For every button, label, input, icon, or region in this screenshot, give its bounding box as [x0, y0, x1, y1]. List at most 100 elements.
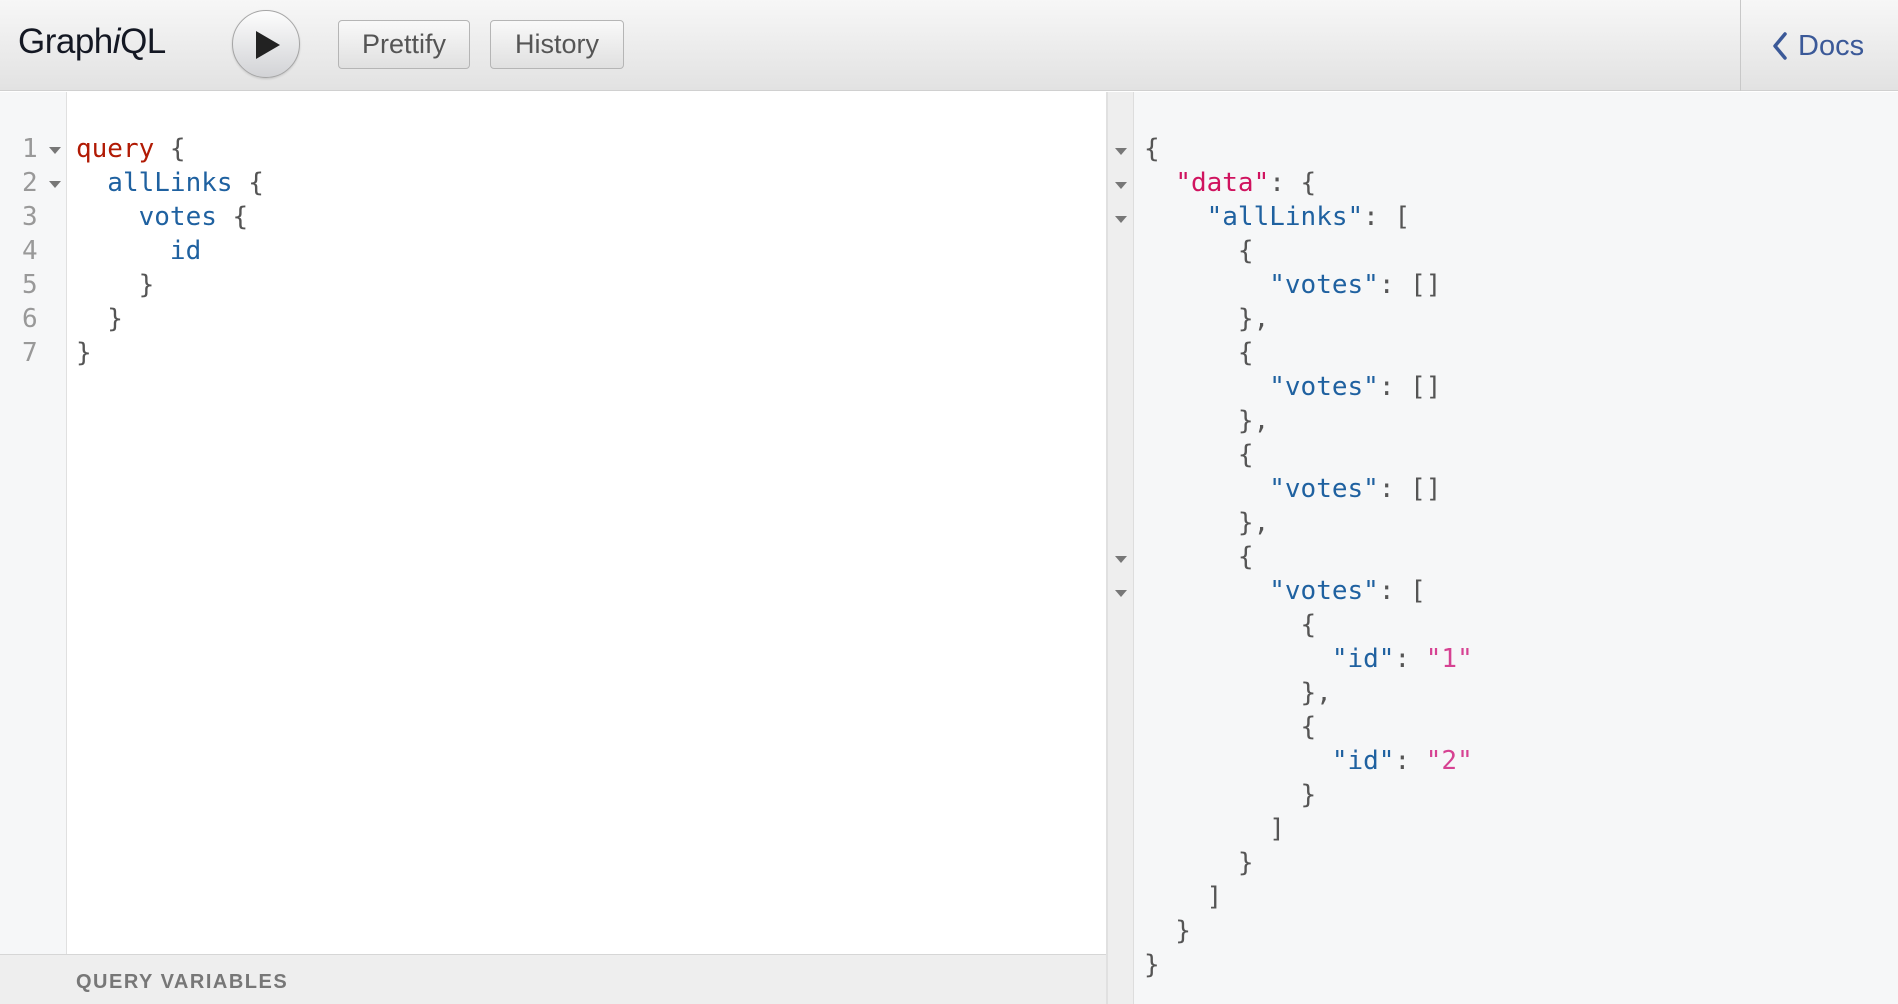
result-punct: } [1144, 848, 1254, 878]
code-line: } [76, 268, 155, 302]
fold-arrow-icon[interactable] [1115, 590, 1127, 597]
result-punct: : [1394, 746, 1426, 776]
docs-divider [1740, 0, 1741, 91]
app-title-suffix: QL [120, 22, 166, 61]
result-punct: : [] [1378, 270, 1442, 300]
app-title-prefix: Graph [18, 22, 113, 61]
result-punct [1144, 474, 1269, 504]
fold-arrow-icon[interactable] [1115, 216, 1127, 223]
docs-button[interactable]: Docs [1772, 24, 1864, 68]
result-punct: : [] [1378, 372, 1442, 402]
result-punct: ] [1144, 882, 1223, 912]
result-line: { [1144, 710, 1317, 744]
result-line: { [1144, 132, 1160, 166]
result-punct: } [1144, 780, 1317, 810]
result-key: "votes" [1269, 372, 1379, 402]
result-key: "id" [1331, 644, 1395, 674]
result-punct [1144, 644, 1332, 674]
result-line: { [1144, 336, 1254, 370]
result-punct: { [1144, 610, 1317, 640]
fold-arrow-icon[interactable] [1115, 556, 1127, 563]
query-variables-title: QUERY VARIABLES [76, 971, 289, 993]
code-line: votes { [76, 200, 249, 234]
execute-query-button[interactable] [232, 10, 300, 78]
result-punct [1144, 746, 1332, 776]
prettify-button[interactable]: Prettify [338, 20, 470, 69]
code-punct: } [76, 338, 92, 368]
toolbar: GraphiQL Prettify History Docs [0, 0, 1898, 91]
result-punct: { [1144, 712, 1317, 742]
code-field: id [76, 236, 202, 266]
result-line: } [1144, 914, 1191, 948]
result-line: { [1144, 234, 1254, 268]
fold-arrow-icon[interactable] [49, 181, 61, 188]
result-line: }, [1144, 302, 1269, 336]
result-punct: : [ [1363, 202, 1411, 232]
result-viewer: { "data": { "allLinks": [ { "votes": [] … [1108, 92, 1898, 1004]
code-line: id [76, 234, 201, 268]
query-editor[interactable]: 1 2 3 4 5 6 7 query { allLinks { votes {… [0, 92, 1106, 954]
result-key: "id" [1331, 746, 1395, 776]
result-line: "data": { [1144, 166, 1316, 200]
result-punct [1144, 372, 1269, 402]
result-line: { [1144, 438, 1254, 472]
result-punct: ] [1144, 814, 1285, 844]
result-punct [1144, 202, 1207, 232]
code-keyword: query [76, 134, 155, 164]
history-button[interactable]: History [490, 20, 624, 69]
result-punct: }, [1144, 304, 1270, 334]
result-line: "votes": [ [1144, 574, 1426, 608]
line-number: 4 [22, 236, 38, 266]
result-line: "id": "2" [1144, 744, 1473, 778]
result-punct: { [1144, 542, 1254, 572]
app-title: GraphiQL [18, 22, 166, 62]
code-line: query { [76, 132, 186, 166]
code-punct: { [154, 134, 186, 164]
result-gutter [1108, 92, 1134, 1004]
code-punct: { [232, 168, 264, 198]
line-number: 7 [22, 338, 38, 368]
play-icon [256, 31, 280, 59]
app-title-italic: i [112, 22, 121, 61]
result-line: } [1144, 778, 1317, 812]
fold-arrow-icon[interactable] [1115, 182, 1127, 189]
result-punct: }, [1144, 406, 1270, 436]
code-field: allLinks [76, 168, 233, 198]
result-line: "votes": [] [1144, 268, 1441, 302]
line-number: 5 [22, 270, 38, 300]
result-key: "votes" [1269, 576, 1379, 606]
query-variables-bar[interactable]: QUERY VARIABLES [0, 954, 1106, 1004]
result-punct: }, [1144, 508, 1270, 538]
code-line: allLinks { [76, 166, 264, 200]
result-punct: } [1144, 950, 1160, 980]
result-punct: : [] [1378, 474, 1442, 504]
result-punct: : [1394, 644, 1426, 674]
result-punct [1144, 168, 1175, 198]
result-key: "allLinks" [1206, 202, 1364, 232]
fold-arrow-icon[interactable] [1115, 148, 1127, 155]
result-punct: { [1144, 338, 1254, 368]
result-line: { [1144, 540, 1254, 574]
result-line: }, [1144, 404, 1269, 438]
result-line: ] [1144, 880, 1223, 914]
docs-label: Docs [1798, 29, 1865, 62]
result-line: "votes": [] [1144, 370, 1441, 404]
chevron-left-icon [1773, 32, 1787, 60]
result-punct: } [1144, 916, 1191, 946]
fold-arrow-icon[interactable] [49, 147, 61, 154]
code-punct: } [76, 304, 123, 334]
result-line: } [1144, 846, 1254, 880]
result-key: "data" [1175, 168, 1270, 198]
result-line: "votes": [] [1144, 472, 1441, 506]
result-line: }, [1144, 506, 1269, 540]
result-string: "1" [1425, 644, 1473, 674]
line-number: 1 [22, 134, 38, 164]
line-number: 2 [22, 168, 38, 198]
result-line: { [1144, 608, 1317, 642]
result-key: "votes" [1269, 270, 1379, 300]
result-punct: : { [1269, 168, 1317, 198]
result-string: "2" [1425, 746, 1473, 776]
result-line: "id": "1" [1144, 642, 1473, 676]
result-punct: }, [1144, 678, 1332, 708]
code-line: } [76, 302, 123, 336]
